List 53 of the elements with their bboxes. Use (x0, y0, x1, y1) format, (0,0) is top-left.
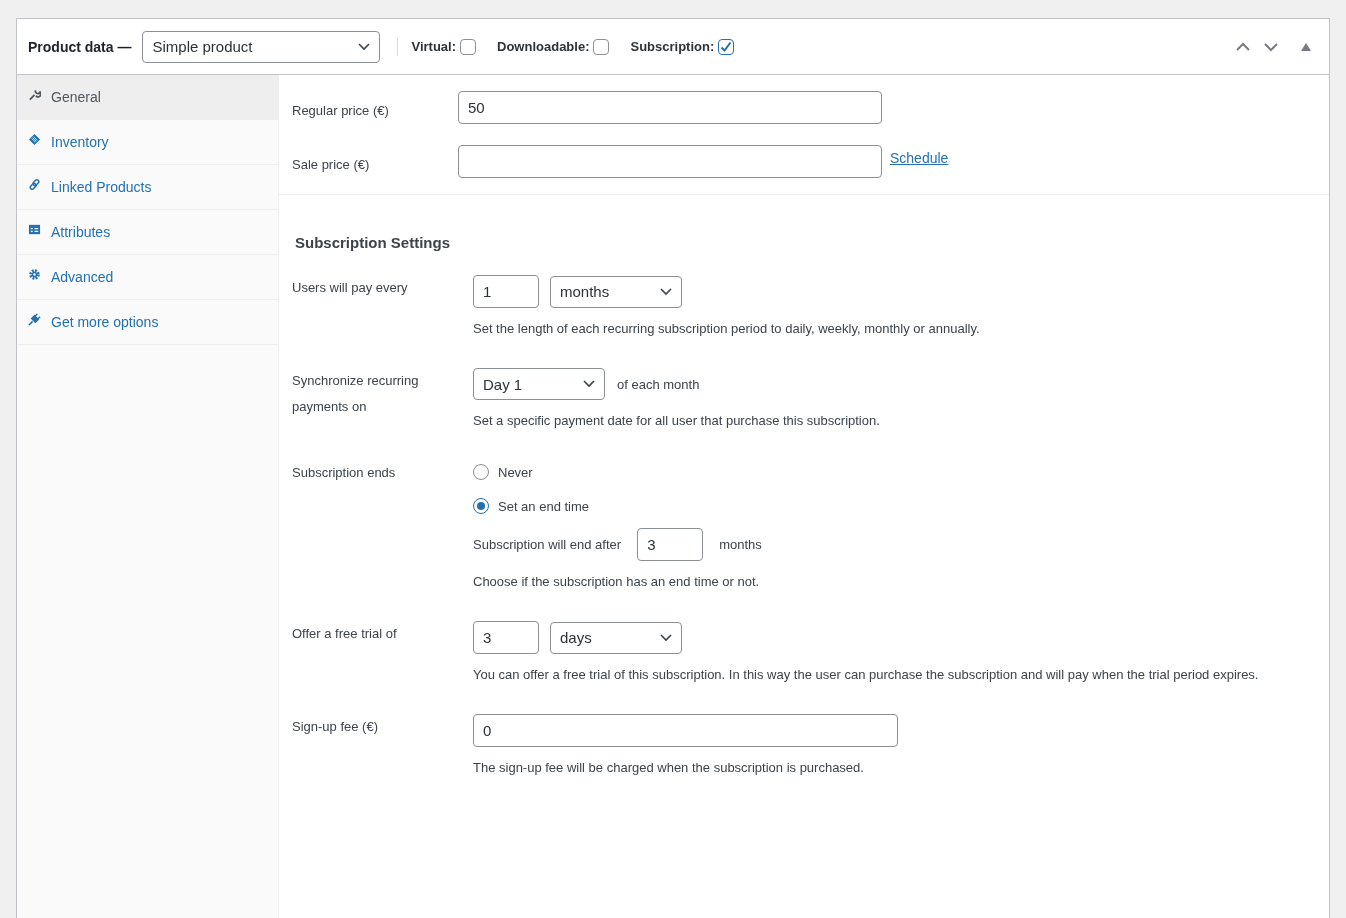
price-field[interactable]: 50 (458, 91, 882, 124)
plug-icon (28, 312, 41, 326)
help-text: Choose if the subscription has an end time or not. (473, 573, 761, 591)
chevron-up-icon (1235, 41, 1251, 52)
checkbox[interactable] (718, 38, 735, 55)
number-field[interactable]: 1 (473, 275, 539, 308)
list-icon (28, 222, 41, 236)
field-label: Sign-up fee (€) (292, 718, 379, 736)
period-select[interactable]: months (550, 275, 682, 308)
help-text: Set a specific payment date for all user that purchase this subscription. (473, 412, 881, 430)
suffix-text: of each month (617, 376, 700, 392)
chevron-down-icon (660, 633, 672, 642)
chevron-down-icon (1263, 41, 1279, 52)
field-label: Synchronize recurring payments on (292, 372, 420, 416)
field-label: Regular price (€) (292, 102, 390, 120)
fee-field[interactable]: 0 (473, 714, 898, 747)
sidebar-tab[interactable]: Attributes (17, 210, 278, 255)
unit-text: months (719, 537, 762, 552)
checkbox[interactable] (593, 38, 610, 55)
help-text: Set the length of each recurring subscription period to daily, weekly, monthly or annually. (473, 320, 981, 338)
help-text: You can offer a free trial of this subscription. In this way the user can purchase the subscription and will pay when the trial period expires. (473, 666, 1260, 684)
price-field[interactable] (458, 145, 882, 178)
panel-title: Product data — (28, 38, 132, 55)
checkbox-label: Downloadable: (497, 39, 590, 54)
number-field[interactable]: 3 (637, 528, 704, 561)
sidebar-tab[interactable]: General (17, 75, 278, 120)
radio-label: Set an end time (498, 498, 590, 514)
day-select[interactable]: Day 1 (473, 368, 605, 400)
chevron-down-icon (660, 287, 672, 296)
product-type-select[interactable]: Simple product (142, 30, 381, 63)
sidebar-tab[interactable]: Advanced (17, 255, 278, 300)
number-field[interactable]: 3 (473, 621, 539, 654)
schedule-link[interactable]: Schedule (890, 150, 949, 166)
sidebar-tab[interactable]: Get more options (17, 300, 278, 345)
checkbox-label: Subscription: (630, 39, 715, 54)
chevron-down-icon (583, 380, 595, 388)
chevron-down-icon (358, 42, 371, 51)
tag-icon (28, 132, 41, 146)
sidebar-tab[interactable]: Inventory (17, 120, 278, 165)
checkbox-label: Virtual: (411, 39, 457, 54)
field-label: Subscription ends (292, 464, 397, 482)
checkbox[interactable] (460, 38, 477, 55)
period-select[interactable]: days (550, 621, 682, 654)
field-label: Sale price (€) (292, 156, 371, 174)
field-label: Offer a free trial of (292, 625, 398, 643)
sidebar-tab[interactable]: Linked Products (17, 165, 278, 210)
triangle-up-icon (1301, 42, 1311, 51)
link-icon (28, 177, 41, 191)
field-label: Subscription will end after (473, 537, 622, 552)
section-title: Subscription Settings (294, 233, 451, 253)
radio-label: Never (498, 464, 533, 480)
field-label: Users will pay every (292, 279, 409, 297)
help-text: The sign-up fee will be charged when the subscription is purchased. (473, 759, 865, 777)
